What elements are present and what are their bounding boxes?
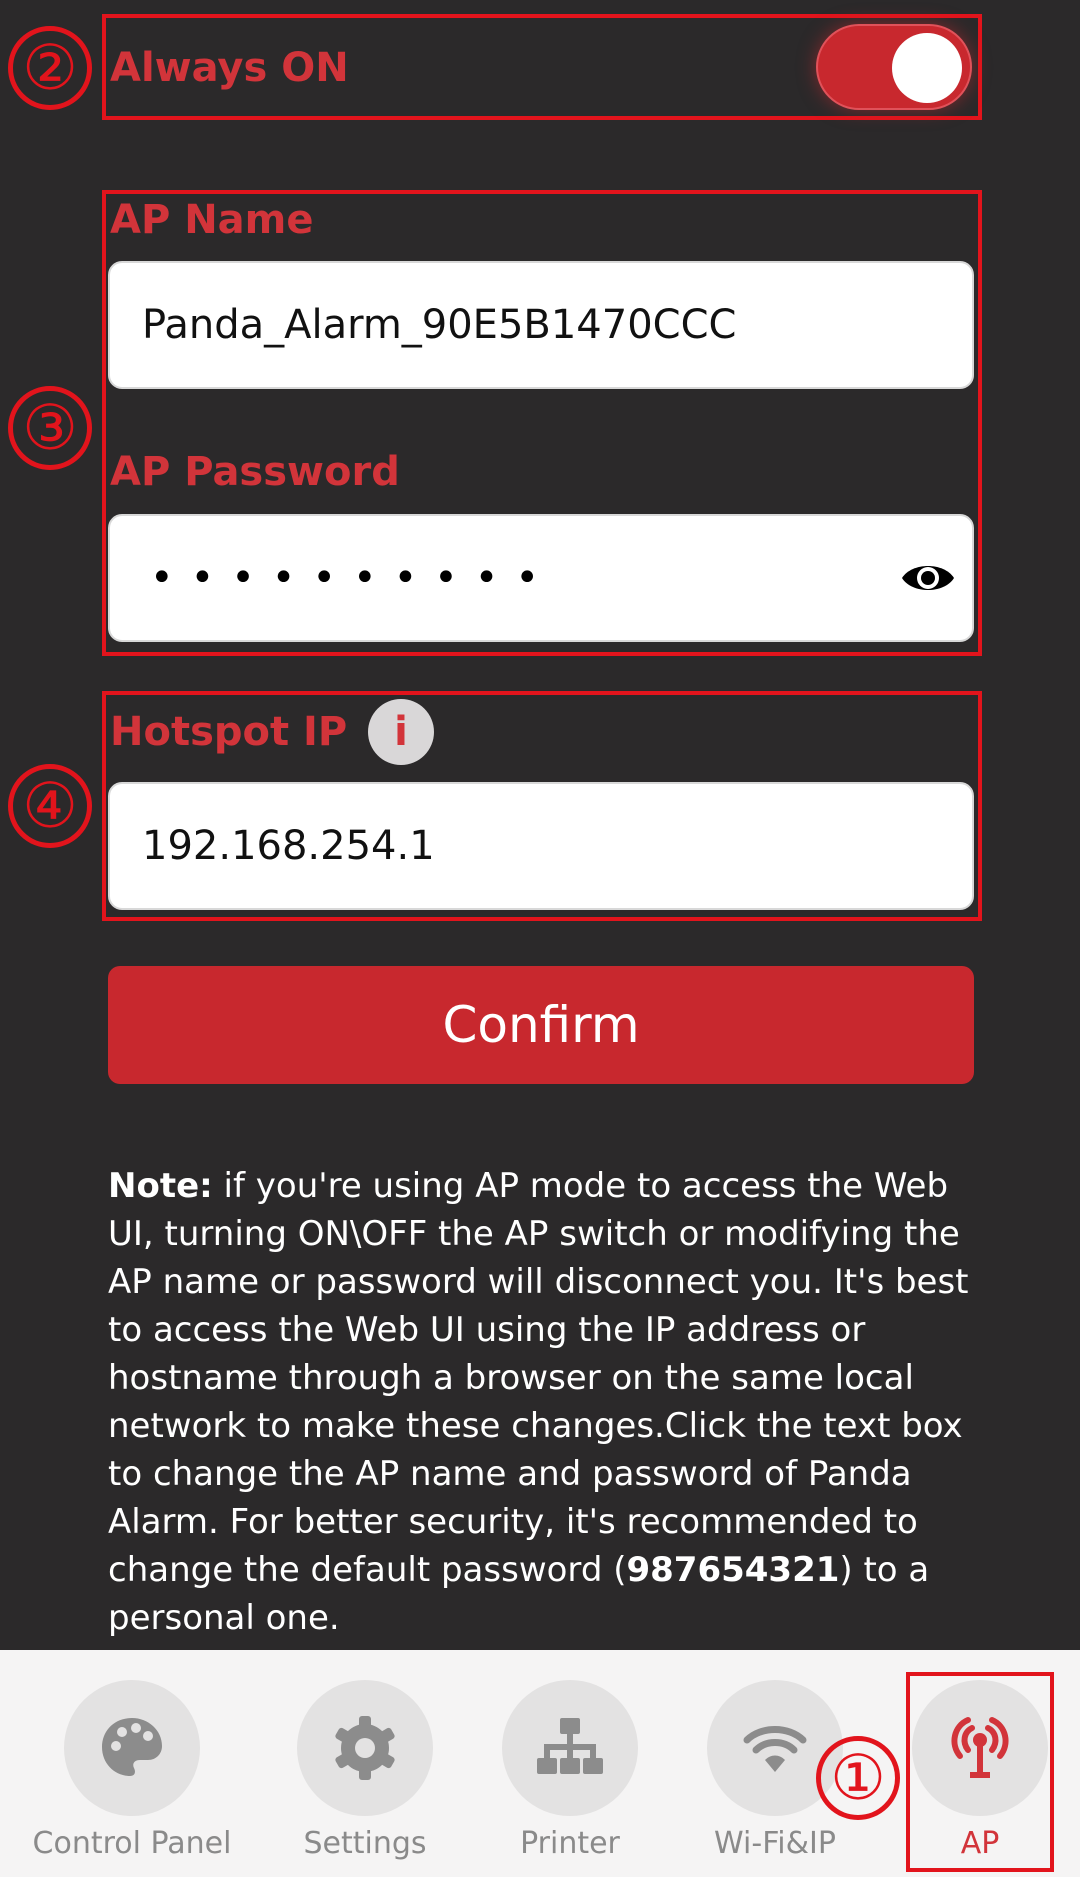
note-bold-prefix: Note: [108,1166,213,1206]
annotation-box-ap-tab [906,1672,1054,1872]
palette-icon [102,1718,162,1776]
note-default-password: 987654321 [626,1550,840,1590]
ap-name-value: Panda_Alarm_90E5B1470CCC [142,302,737,348]
ap-password-label: AP Password [110,449,400,495]
wifi-icon [743,1726,807,1772]
tab-icon-circle [502,1680,638,1816]
toggle-knob [892,33,962,103]
tab-control-panel[interactable]: Control Panel [32,1650,232,1877]
eye-icon[interactable] [900,554,956,602]
always-on-toggle[interactable] [816,24,972,110]
tab-icon-circle [64,1680,200,1816]
ap-password-field[interactable]: •••••••••• [108,514,974,642]
hotspot-ip-value: 192.168.254.1 [142,823,435,869]
annotation-number-2: ② [8,26,92,110]
note-text: Note: if you're using AP mode to access … [108,1162,988,1642]
ap-name-field[interactable]: Panda_Alarm_90E5B1470CCC [108,261,974,389]
ap-password-masked-value: •••••••••• [150,555,556,601]
tab-label-printer: Printer [520,1826,620,1861]
tab-label-control-panel: Control Panel [32,1826,232,1861]
tab-label-wifi-ip: Wi-Fi&IP [714,1826,836,1861]
tab-settings[interactable]: Settings [265,1650,465,1877]
tab-printer[interactable]: Printer [470,1650,670,1877]
network-tree-icon [537,1718,603,1774]
tab-icon-circle [297,1680,433,1816]
hotspot-ip-field[interactable]: 192.168.254.1 [108,782,974,910]
info-icon[interactable]: i [368,699,434,765]
note-body-1: if you're using AP mode to access the We… [108,1166,969,1590]
annotation-number-4: ④ [8,764,92,848]
always-on-label: Always ON [110,45,349,91]
ap-name-label: AP Name [110,197,314,243]
gear-icon [335,1716,395,1780]
tab-label-settings: Settings [303,1826,427,1861]
confirm-button[interactable]: Confirm [108,966,974,1084]
hotspot-ip-label: Hotspot IP [110,709,348,755]
annotation-number-1: ① [816,1736,900,1820]
annotation-number-3: ③ [8,386,92,470]
